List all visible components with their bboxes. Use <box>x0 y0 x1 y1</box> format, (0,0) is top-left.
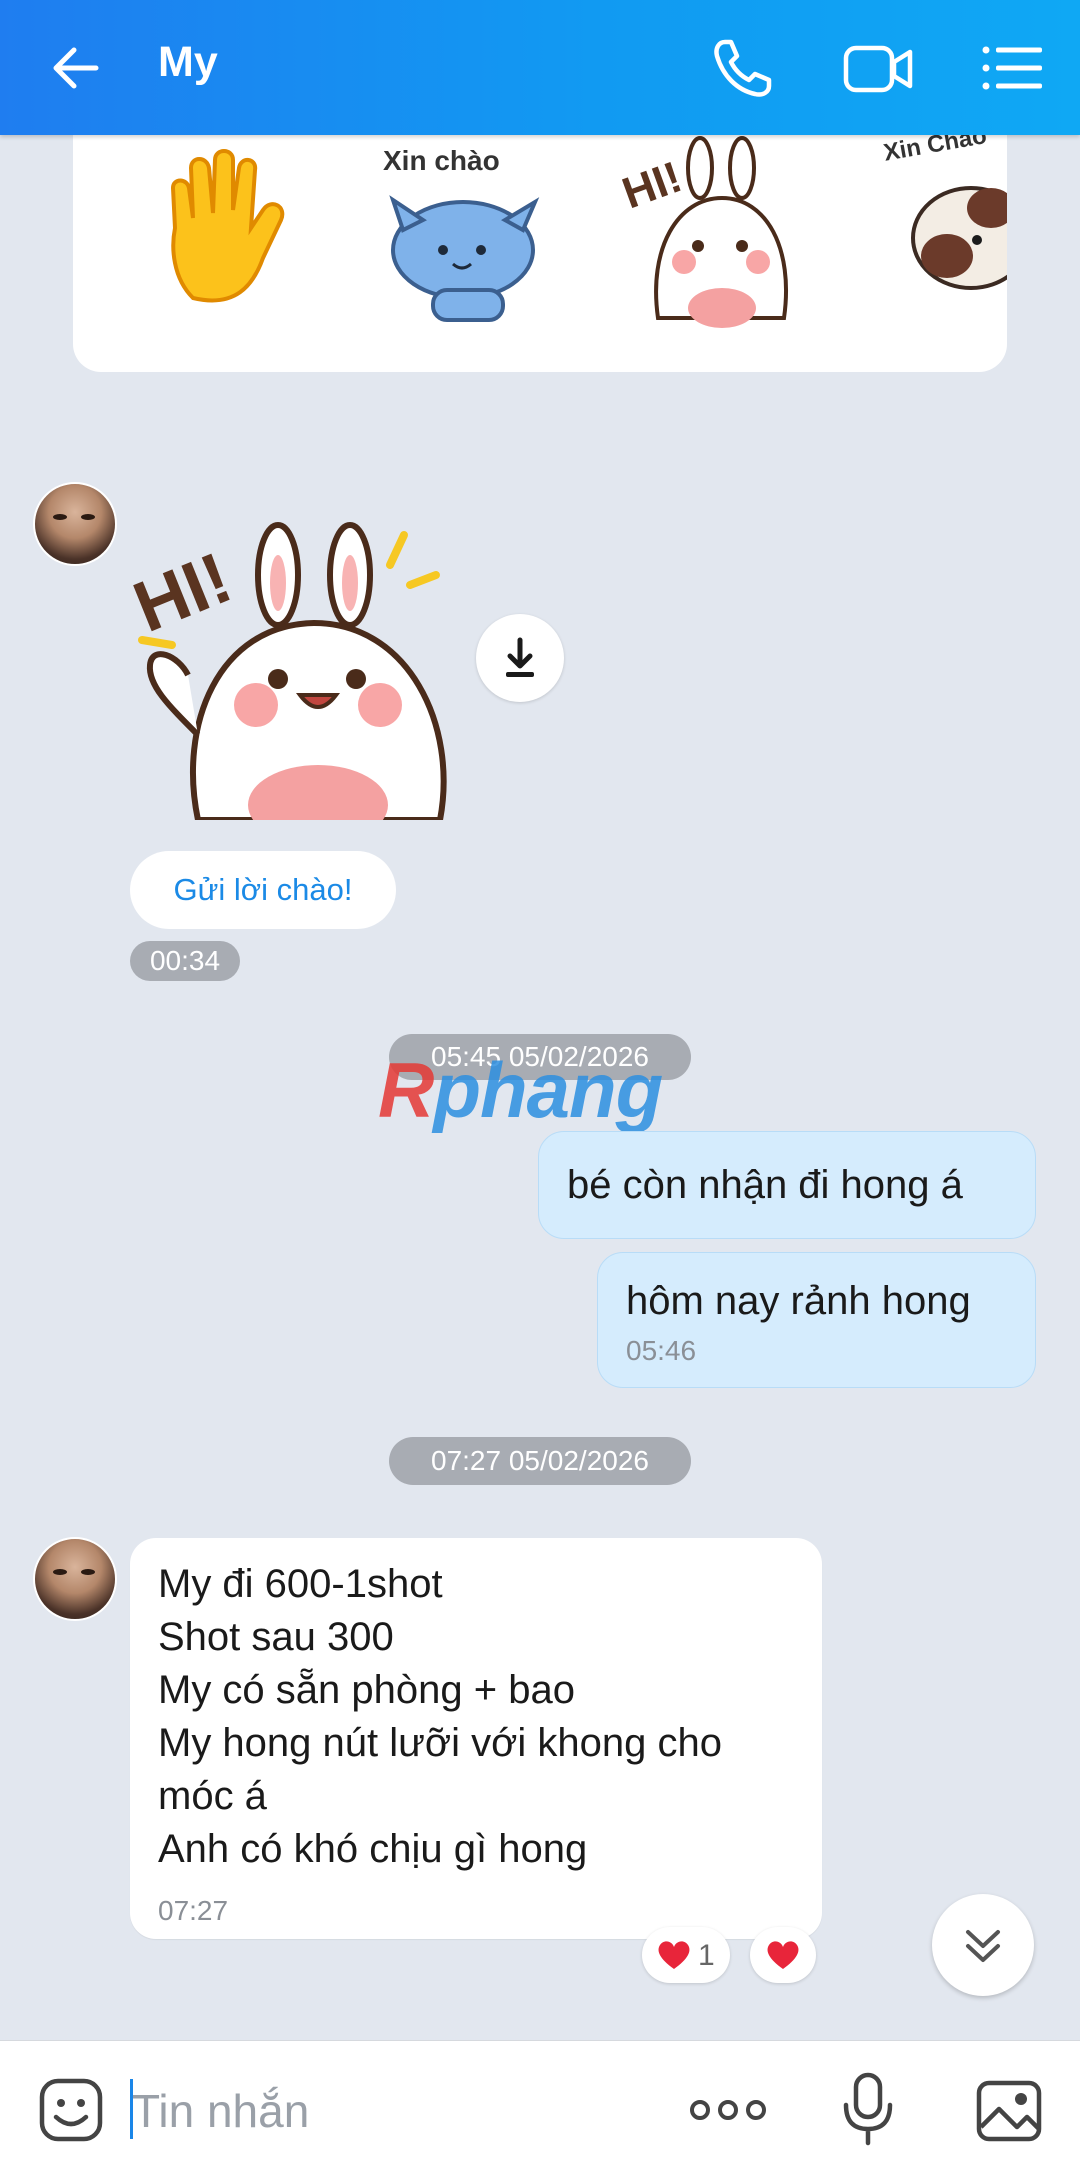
download-icon <box>506 637 534 677</box>
bunny-hi-sticker[interactable]: HI! <box>618 128 818 328</box>
avatar-eye-right <box>81 1569 95 1575</box>
message-text: My đi 600-1shot Shot sau 300 My có sẵn p… <box>158 1562 722 1871</box>
list-menu-icon[interactable] <box>972 28 1052 108</box>
react-heart-button[interactable] <box>750 1927 816 1983</box>
incoming-message[interactable]: My đi 600-1shot Shot sau 300 My có sẵn p… <box>130 1538 822 1939</box>
sticker-caption: HI! <box>128 538 242 648</box>
bunny-small-caption: HI! <box>618 152 688 218</box>
avatar-eye-left <box>53 514 67 520</box>
sticker-time-badge: 00:34 <box>130 941 240 981</box>
avatar-eye-right <box>81 514 95 520</box>
download-sticker-button[interactable] <box>476 614 564 702</box>
watermark-logo: Rphang <box>378 1045 663 1136</box>
message-text: bé còn nhận đi hong á <box>567 1163 963 1207</box>
sticker-suggestion-panel: Xin chào HI! Xin Chào <box>73 120 1007 372</box>
outgoing-message[interactable]: bé còn nhận đi hong á <box>538 1131 1036 1239</box>
send-greeting-button[interactable]: Gửi lời chào! <box>130 851 396 929</box>
message-text: hôm nay rảnh hong <box>626 1279 971 1323</box>
microphone-icon[interactable] <box>838 2069 898 2149</box>
cat-sticker-caption: Xin chào <box>383 145 500 176</box>
scroll-to-bottom-button[interactable] <box>932 1894 1034 1996</box>
watermark-rest: phang <box>433 1046 663 1134</box>
cat-sticker[interactable]: Xin chào <box>373 140 553 330</box>
avatar-eye-left <box>53 1569 67 1575</box>
emoji-icon[interactable] <box>36 2075 106 2145</box>
reaction-summary[interactable]: 1 <box>642 1927 730 1983</box>
contact-name[interactable]: My <box>158 38 218 87</box>
back-arrow-icon[interactable] <box>38 28 118 108</box>
waving-hand-sticker[interactable] <box>153 148 303 318</box>
reaction-count: 1 <box>698 1939 715 1972</box>
watermark-r: R <box>378 1046 434 1134</box>
bunny-hi-sticker-large[interactable]: HI! <box>128 505 468 820</box>
heart-icon <box>658 1941 690 1969</box>
contact-avatar[interactable] <box>33 1537 117 1621</box>
message-time: 07:27 <box>158 1895 229 1926</box>
video-call-icon[interactable] <box>838 28 918 108</box>
heart-icon <box>767 1941 799 1969</box>
message-time: 05:46 <box>626 1335 697 1366</box>
phone-icon[interactable] <box>703 28 783 108</box>
contact-avatar[interactable] <box>33 482 117 566</box>
chevron-double-down-icon <box>966 1930 1000 1962</box>
message-input-bar: Tin nhắn <box>0 2040 1080 2178</box>
message-input[interactable]: Tin nhắn <box>132 2084 309 2138</box>
date-separator: 07:27 05/02/2026 <box>389 1437 691 1485</box>
outgoing-message[interactable]: hôm nay rảnh hong 05:46 <box>597 1252 1036 1388</box>
image-icon[interactable] <box>973 2075 1045 2147</box>
dog-sticker[interactable]: Xin Chào <box>881 128 1007 328</box>
chat-header: My <box>0 0 1080 135</box>
more-dots-icon[interactable] <box>688 2095 768 2125</box>
